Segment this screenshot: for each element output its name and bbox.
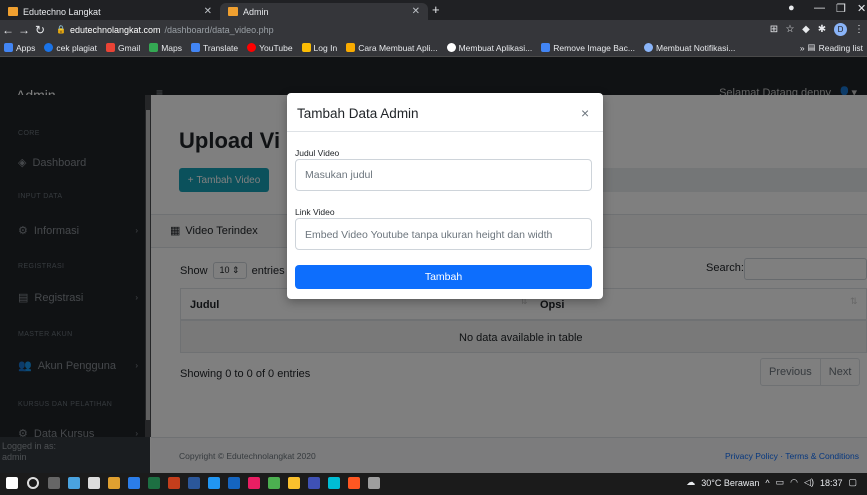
bookmark-favicon-icon	[541, 43, 551, 52]
bookmark-login[interactable]: Log In	[301, 43, 337, 53]
profile-avatar[interactable]: D	[834, 23, 847, 36]
bookmark-maps[interactable]: Maps	[149, 43, 182, 53]
browser-tab-admin[interactable]: Admin ✕	[220, 3, 428, 20]
github-icon	[446, 43, 456, 52]
extension-icon[interactable]: ◆	[798, 24, 814, 35]
bookmark-translate[interactable]: Translate	[191, 43, 238, 53]
chrome-icon[interactable]	[268, 477, 280, 489]
volume-icon[interactable]: ◁)	[804, 477, 814, 488]
battery-icon[interactable]: ▭	[776, 477, 785, 488]
bookmarks-bar: Apps cek plagiat Gmail Maps Translate Yo…	[0, 39, 867, 57]
tray-chevron-icon[interactable]: ^	[765, 478, 769, 488]
taskbar-app-icon[interactable]	[208, 477, 220, 489]
translate-icon	[191, 43, 201, 52]
maps-icon	[149, 43, 159, 52]
link-video-label: Link Video	[295, 207, 335, 217]
task-view-icon[interactable]	[48, 477, 60, 489]
taskbar-app-icon[interactable]	[228, 477, 240, 489]
excel-icon[interactable]	[148, 477, 160, 489]
bookmark-favicon-icon	[346, 43, 356, 52]
url-field[interactable]: 🔒 edutechnolangkat.com/dashboard/data_vi…	[56, 25, 766, 35]
forward-icon[interactable]: →	[16, 23, 32, 37]
modal-title: Tambah Data Admin	[297, 106, 419, 121]
site-favicon-icon	[228, 7, 238, 16]
reload-icon[interactable]: ↻	[32, 23, 48, 37]
url-domain: edutechnolangkat.com	[69, 24, 161, 35]
weather-text[interactable]: 30°C Berawan	[701, 478, 759, 488]
back-icon[interactable]: ←	[0, 23, 16, 37]
bookmark-gmail[interactable]: Gmail	[106, 43, 140, 53]
taskbar-app-icon[interactable]	[68, 477, 80, 489]
tab-close-icon[interactable]: ✕	[412, 6, 420, 17]
store-icon[interactable]	[88, 477, 100, 489]
address-bar-row: ← → ↻ 🔒 edutechnolangkat.com/dashboard/d…	[0, 20, 867, 39]
taskbar-app-icon[interactable]	[368, 477, 380, 489]
gmail-icon	[106, 43, 116, 52]
bookmark-favicon-icon	[44, 43, 54, 52]
more-bookmarks-icon[interactable]: »	[800, 43, 805, 53]
windows-start-icon[interactable]	[6, 477, 18, 489]
bookmark-apps[interactable]: Apps	[4, 43, 35, 53]
puzzle-extensions-icon[interactable]: ✱	[814, 24, 830, 35]
bookmark-youtube[interactable]: YouTube	[247, 43, 293, 53]
reading-list[interactable]: » ▤ Reading list	[800, 42, 867, 53]
word-icon[interactable]	[188, 477, 200, 489]
clock[interactable]: 18:37	[820, 478, 843, 488]
window-close-icon[interactable]: ✕	[857, 2, 866, 15]
translate-page-icon[interactable]: ⊞	[766, 24, 782, 35]
bookmark-remove-image[interactable]: Remove Image Bac...	[541, 43, 635, 53]
taskbar-app-icon[interactable]	[288, 477, 300, 489]
taskbar-app-icon[interactable]	[248, 477, 260, 489]
bookmark-cara-membuat[interactable]: Cara Membuat Apli...	[346, 43, 438, 53]
bookmark-membuat-aplikasi[interactable]: Membuat Aplikasi...	[446, 43, 532, 53]
notification-icon[interactable]: ▢	[848, 477, 857, 488]
weather-icon: ☁	[686, 477, 696, 487]
taskbar-app-icon[interactable]	[308, 477, 320, 489]
judul-video-label: Judul Video	[295, 148, 340, 158]
system-tray: ☁ 30°C Berawan ^ ▭ ◠ ◁) 18:37 ▢	[686, 477, 857, 488]
tab-label: Edutechno Langkat	[23, 6, 101, 17]
vscode-icon[interactable]	[328, 477, 340, 489]
modal-header-divider	[287, 131, 603, 132]
tab-label: Admin	[243, 6, 269, 17]
minimize-icon[interactable]: —	[814, 2, 825, 14]
star-bookmark-icon[interactable]: ☆	[782, 24, 798, 35]
new-tab-icon[interactable]: +	[432, 2, 440, 17]
explorer-icon[interactable]	[108, 477, 120, 489]
lock-icon: 🔒	[56, 25, 66, 34]
chrome-menu-icon[interactable]: ●	[788, 2, 795, 14]
youtube-icon	[247, 43, 257, 52]
close-icon[interactable]: ×	[581, 105, 589, 121]
tab-close-icon[interactable]: ✕	[204, 6, 212, 17]
search-icon[interactable]	[27, 477, 39, 489]
powerpoint-icon[interactable]	[168, 477, 180, 489]
site-favicon-icon	[8, 7, 18, 16]
kebab-menu-icon[interactable]: ⋮	[851, 24, 867, 35]
url-path: /dashboard/data_video.php	[164, 24, 274, 35]
wifi-icon[interactable]: ◠	[790, 477, 798, 488]
maximize-icon[interactable]: ❐	[836, 2, 846, 15]
reading-list-icon: ▤	[807, 42, 816, 52]
taskbar-app-icon[interactable]	[348, 477, 360, 489]
browser-tab-edutechno[interactable]: Edutechno Langkat ✕	[0, 3, 220, 20]
submit-button[interactable]: Tambah	[295, 265, 592, 289]
edge-icon[interactable]	[128, 477, 140, 489]
bookmark-favicon-icon	[644, 43, 653, 52]
apps-grid-icon	[4, 43, 13, 52]
bookmark-membuat-notifikasi[interactable]: Membuat Notifikasi...	[644, 43, 735, 53]
bookmark-cek-plagiat[interactable]: cek plagiat	[44, 43, 97, 53]
link-video-placeholder: Embed Video Youtube tanpa ukuran height …	[305, 229, 553, 241]
judul-video-placeholder: Masukan judul	[305, 169, 373, 181]
bookmark-favicon-icon	[301, 43, 311, 52]
